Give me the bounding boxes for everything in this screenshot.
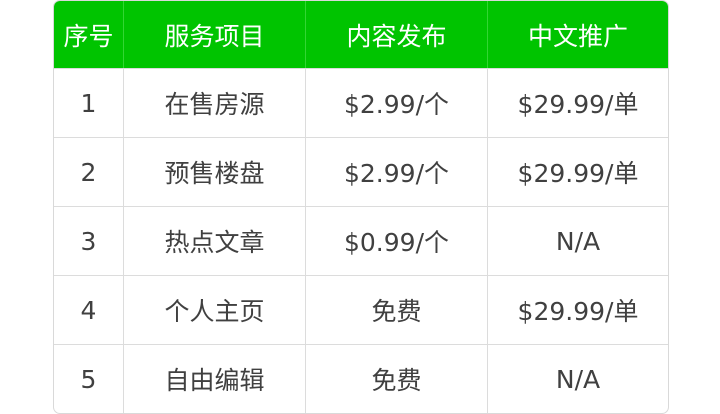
cell-index: 5	[54, 344, 124, 413]
cell-index: 4	[54, 275, 124, 344]
cell-service: 在售房源	[124, 68, 306, 137]
cell-index: 3	[54, 206, 124, 275]
cell-service: 个人主页	[124, 275, 306, 344]
cell-chinese-promotion: $29.99/单	[488, 68, 668, 137]
header-service: 服务项目	[124, 1, 306, 68]
header-chinese-promotion: 中文推广	[488, 1, 668, 68]
cell-chinese-promotion: $29.99/单	[488, 275, 668, 344]
cell-chinese-promotion: N/A	[488, 344, 668, 413]
table-header: 序号 服务项目 内容发布 中文推广	[54, 1, 668, 68]
table-row: 4 个人主页 免费 $29.99/单	[54, 275, 668, 344]
cell-content-publish: $0.99/个	[306, 206, 488, 275]
header-content-publish: 内容发布	[306, 1, 488, 68]
cell-chinese-promotion: $29.99/单	[488, 137, 668, 206]
cell-service: 热点文章	[124, 206, 306, 275]
pricing-table: 序号 服务项目 内容发布 中文推广 1 在售房源 $2.99/个 $29.99/…	[53, 0, 669, 414]
cell-content-publish: $2.99/个	[306, 68, 488, 137]
table-row: 5 自由编辑 免费 N/A	[54, 344, 668, 413]
cell-index: 2	[54, 137, 124, 206]
cell-content-publish: 免费	[306, 275, 488, 344]
table-row: 3 热点文章 $0.99/个 N/A	[54, 206, 668, 275]
table-body: 1 在售房源 $2.99/个 $29.99/单 2 预售楼盘 $2.99/个 $…	[54, 68, 668, 413]
cell-chinese-promotion: N/A	[488, 206, 668, 275]
cell-index: 1	[54, 68, 124, 137]
header-index: 序号	[54, 1, 124, 68]
cell-content-publish: $2.99/个	[306, 137, 488, 206]
table-row: 1 在售房源 $2.99/个 $29.99/单	[54, 68, 668, 137]
cell-content-publish: 免费	[306, 344, 488, 413]
cell-service: 预售楼盘	[124, 137, 306, 206]
header-row: 序号 服务项目 内容发布 中文推广	[54, 1, 668, 68]
cell-service: 自由编辑	[124, 344, 306, 413]
table-row: 2 预售楼盘 $2.99/个 $29.99/单	[54, 137, 668, 206]
